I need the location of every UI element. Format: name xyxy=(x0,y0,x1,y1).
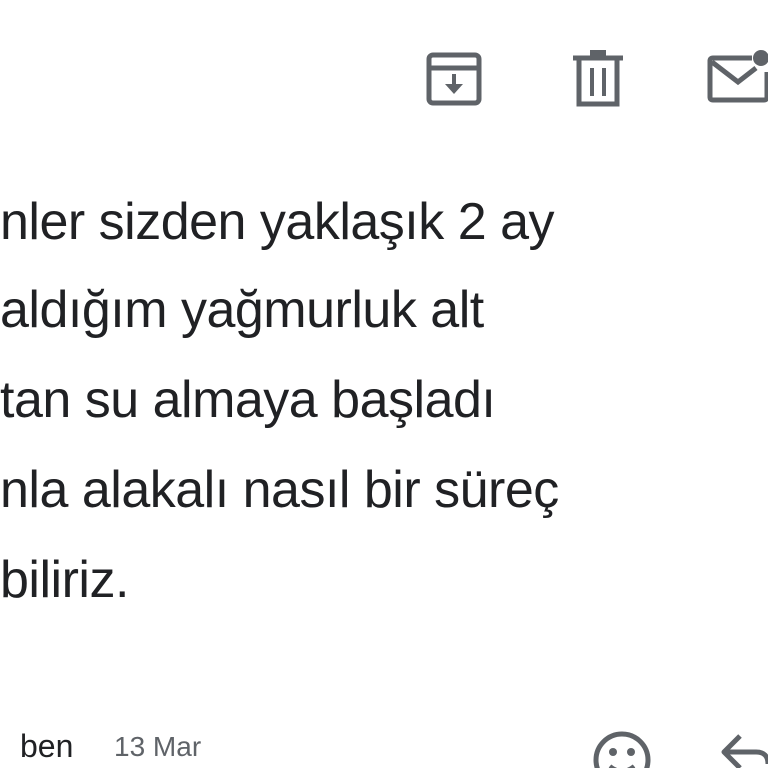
trash-icon xyxy=(573,50,623,107)
sender-name: ben xyxy=(20,728,74,764)
message-line: biliriz. xyxy=(0,551,129,609)
message-date: 13 Mar xyxy=(114,731,202,762)
archive-button[interactable] xyxy=(424,50,484,108)
add-reaction-button[interactable] xyxy=(590,728,654,768)
message-line: nler sizden yaklaşık 2 ay xyxy=(0,193,555,251)
delete-button[interactable] xyxy=(570,48,626,108)
smiley-icon xyxy=(593,731,651,768)
archive-icon xyxy=(426,52,482,106)
message-line: tan su almaya başladı xyxy=(0,371,496,429)
reply-arrow-icon xyxy=(721,734,768,768)
mail-unread-icon xyxy=(707,50,768,103)
message-line: nla alakalı nasıl bir süreç xyxy=(0,461,559,519)
message-line: aldığım yağmurluk alt xyxy=(0,281,484,339)
reply-button[interactable] xyxy=(720,730,768,768)
mark-unread-button[interactable] xyxy=(706,46,768,106)
